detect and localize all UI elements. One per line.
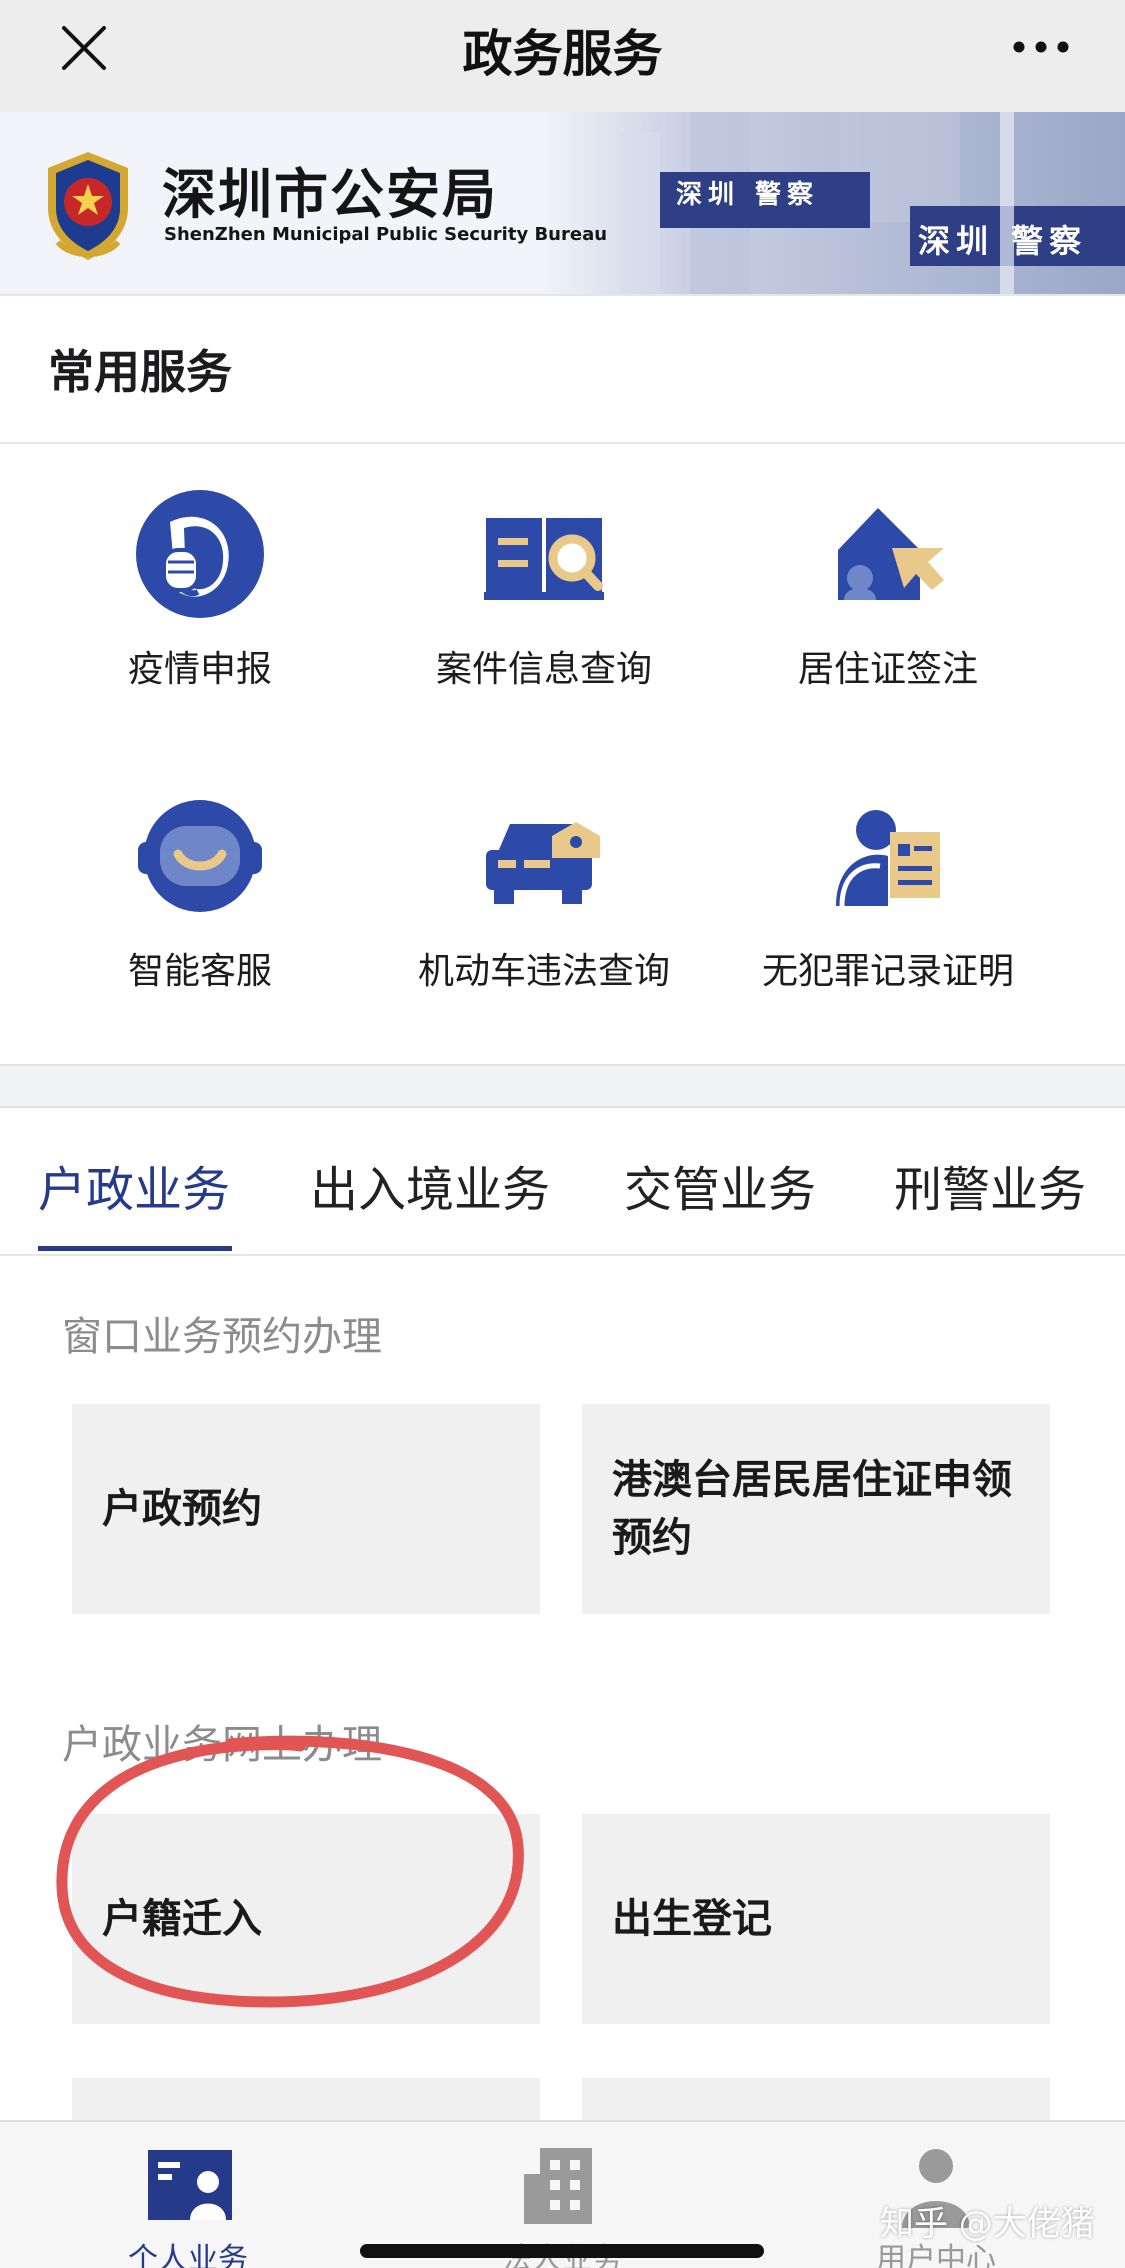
tab-household[interactable]: 户政业务 [38,1150,230,1220]
banner-subtitle: ShenZhen Municipal Public Security Burea… [164,224,608,245]
service-residence-permit[interactable]: 居住证签注 [738,488,1038,692]
card-hmt-residence-booking[interactable]: 港澳台居民居住证申领预约 [582,1404,1050,1614]
group-title-window-booking: 窗口业务预约办理 [62,1314,382,1360]
tab-criminal[interactable]: 刑警业务 [894,1150,1086,1220]
service-label: 居住证签注 [797,649,978,690]
building-icon [524,2148,592,2224]
common-services-title: 常用服务 [48,345,232,399]
service-epidemic-report[interactable]: 疫情申报 [50,488,350,692]
service-label: 案件信息查询 [435,649,652,690]
police-emblem-icon [48,152,128,260]
service-no-criminal-record[interactable]: 无犯罪记录证明 [738,790,1038,994]
service-label: 无犯罪记录证明 [761,951,1014,992]
card-label: 出生登记 [612,1896,772,1942]
card-label: 港澳台居民居住证申领预约 [612,1457,1012,1561]
service-vehicle-violation[interactable]: 机动车违法查询 [394,790,694,994]
home-indicator[interactable] [360,2244,764,2258]
tabbar-personal[interactable]: 个人业务 [78,2122,298,2268]
banner-photo [540,112,1125,294]
header-banner: 深圳 警察 深圳 警察 深圳市公安局 ShenZhen Municipal Pu… [0,112,1125,294]
more-icon[interactable] [1009,22,1073,72]
service-label: 机动车违法查询 [417,951,670,992]
section-separator [0,1064,1125,1108]
car-police-icon [486,822,600,904]
service-smart-support[interactable]: 智能客服 [50,790,350,994]
person-document-icon [836,810,940,907]
service-label: 智能客服 [127,951,272,992]
mask-face-icon [136,490,264,618]
page-title: 政务服务 [462,25,663,83]
divider [0,294,1125,296]
watermark: 知乎 @大佬猪 [880,2204,1095,2244]
service-label: 疫情申报 [127,649,272,690]
tab-traffic[interactable]: 交管业务 [624,1150,816,1220]
annotation-circle [56,1735,524,2008]
top-navbar: 政务服务 [0,0,1125,112]
divider [0,1254,1125,1256]
banner-photo-text-left: 深圳 警察 [676,180,820,210]
divider [0,442,1125,444]
active-tab-indicator [38,1246,232,1251]
house-cursor-icon [838,508,944,600]
id-card-icon [148,2150,232,2220]
robot-face-icon [138,800,262,912]
book-search-icon [484,518,604,600]
banner-photo-text-right: 深圳 警察 [918,222,1088,260]
tab-exit-entry[interactable]: 出入境业务 [310,1150,550,1220]
card-household-booking[interactable]: 户政预约 [72,1404,540,1614]
service-case-query[interactable]: 案件信息查询 [394,488,694,692]
tabbar-user-center[interactable]: 用户中心 [826,2122,1046,2268]
card-label: 户政预约 [102,1486,262,1532]
tabbar-label: 个人业务 [128,2242,248,2268]
card-birth-registration[interactable]: 出生登记 [582,1814,1050,2024]
banner-title: 深圳市公安局 [162,163,498,226]
